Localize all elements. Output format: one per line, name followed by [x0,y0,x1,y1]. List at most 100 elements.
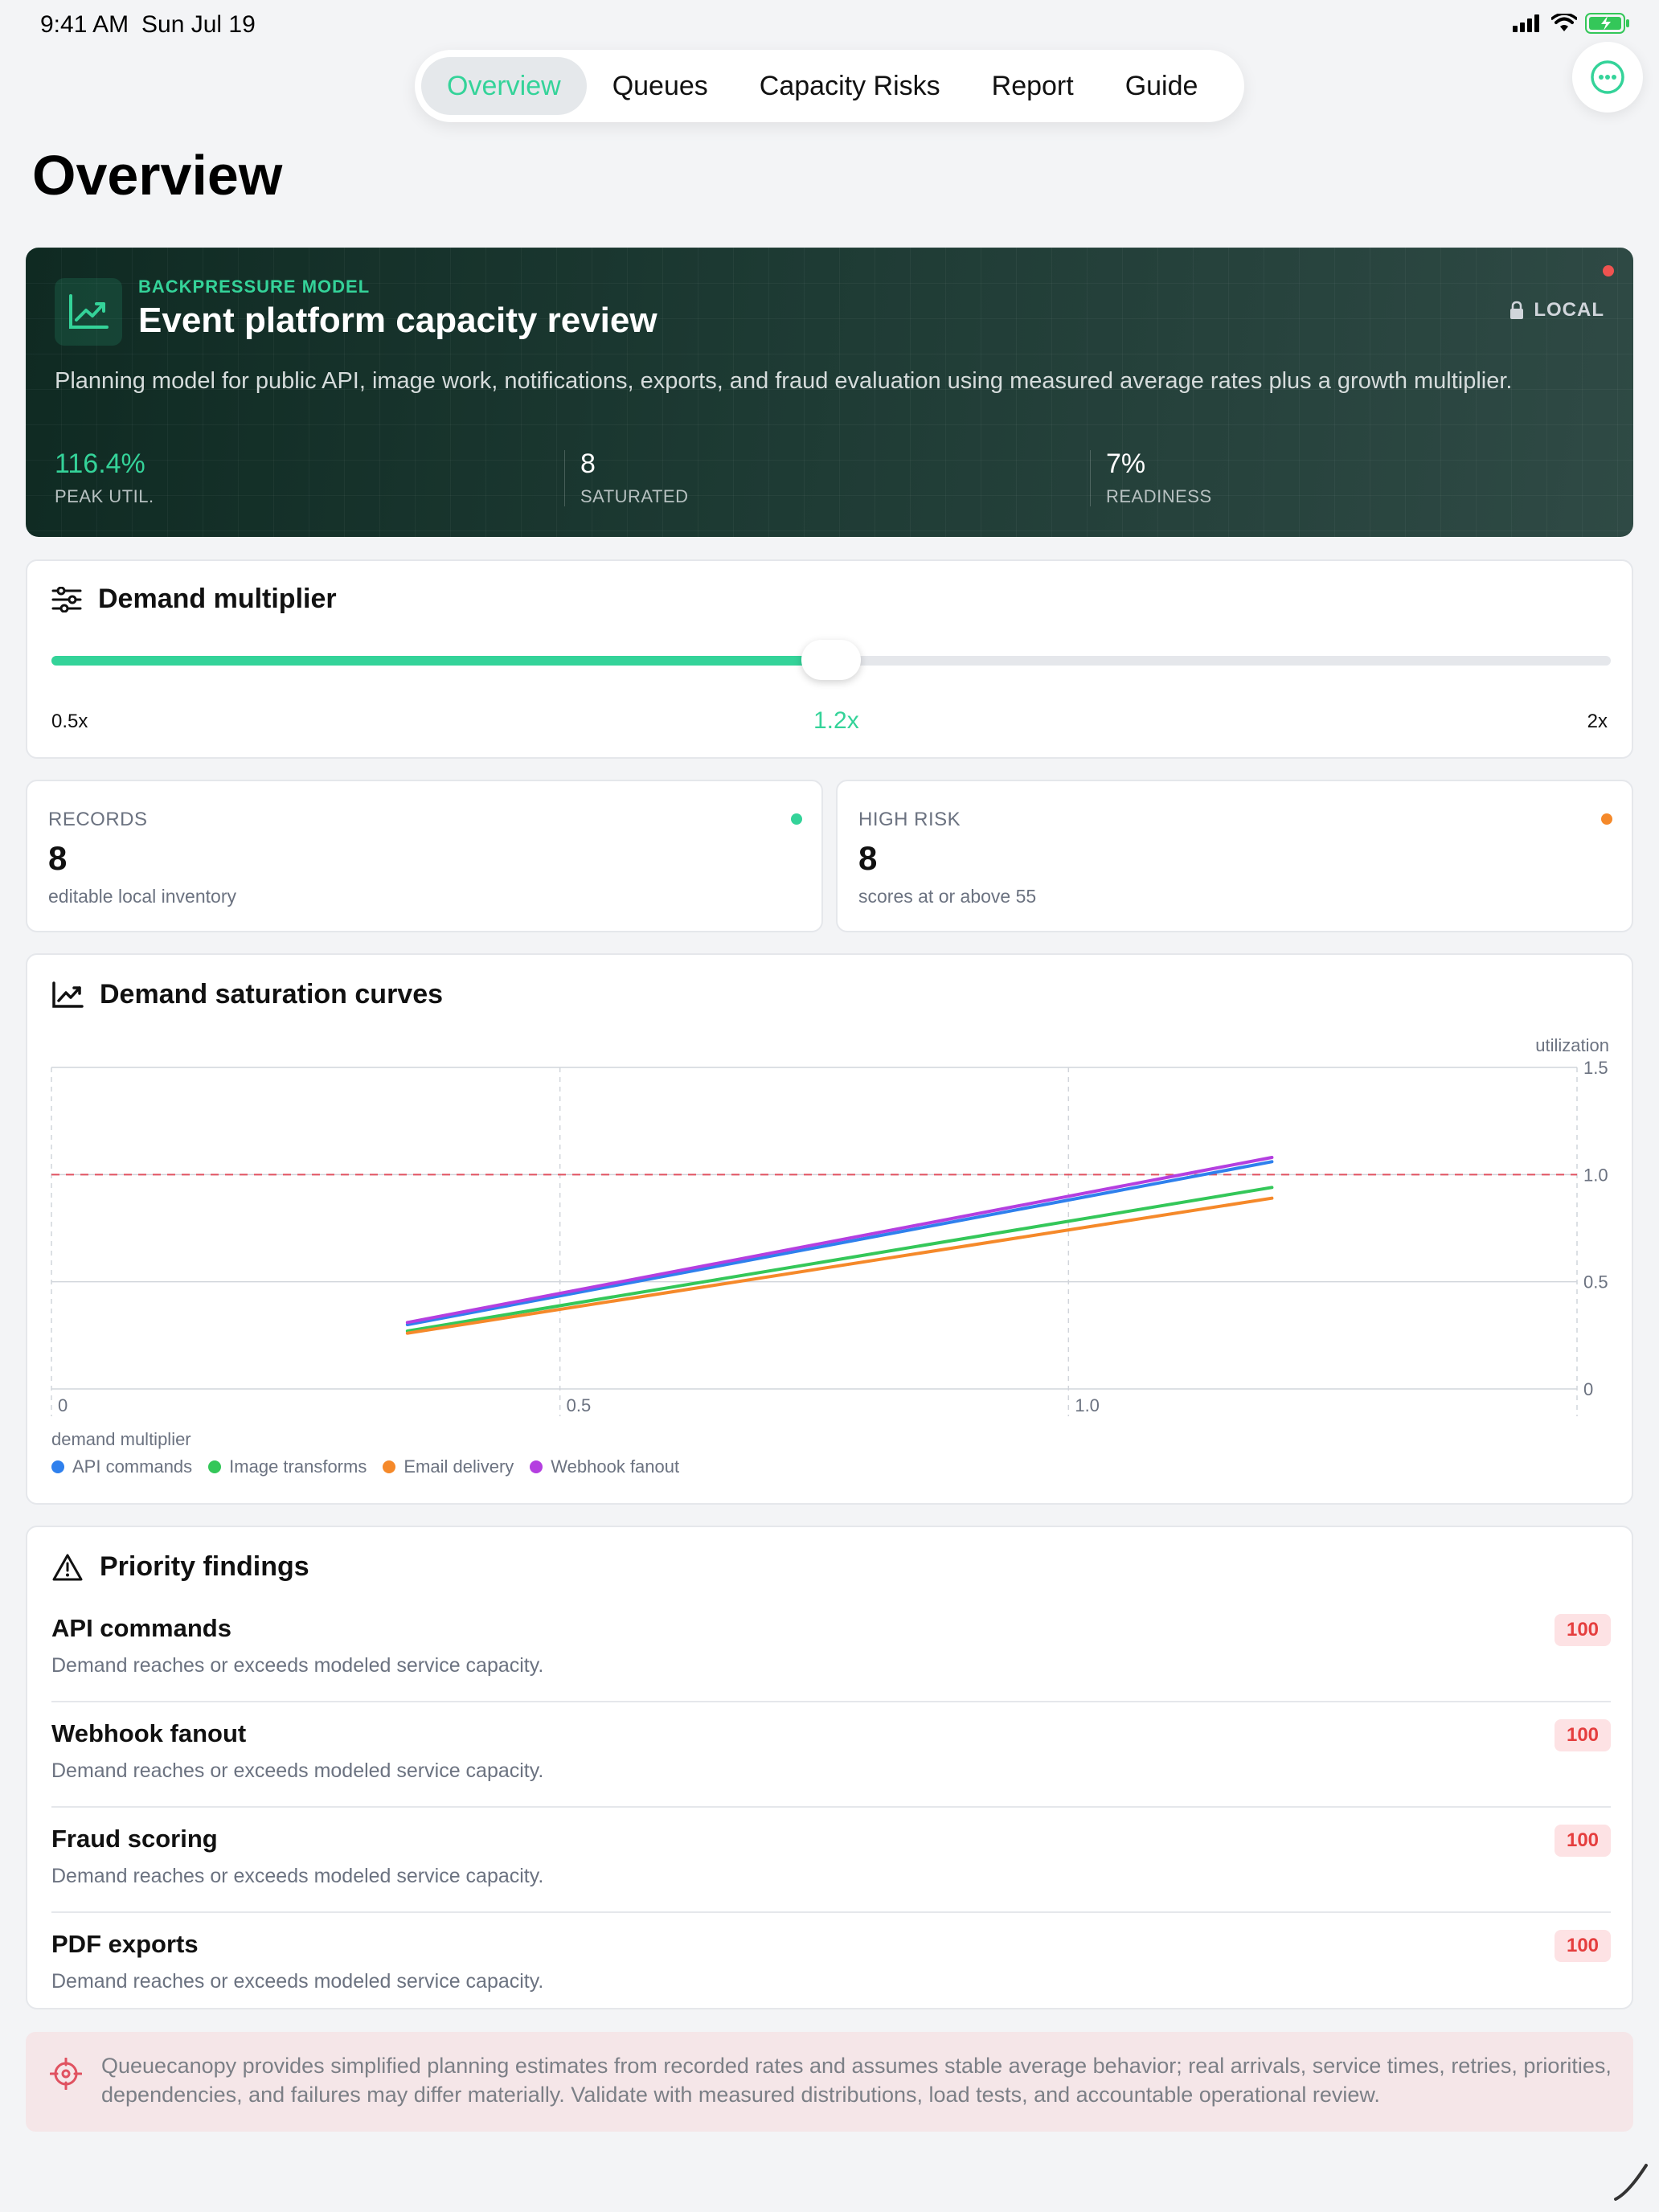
x-tick-label: 1.0 [1075,1395,1100,1415]
legend-label: API commands [72,1456,193,1477]
series-line [405,1186,1274,1333]
local-badge: LOCAL [1509,299,1604,322]
legend-swatch [530,1460,543,1473]
local-badge-label: LOCAL [1534,299,1604,321]
multiplier-slider-thumb[interactable] [801,640,861,680]
hero-title: Event platform capacity review [138,301,657,340]
stat-saturated: 8 SATURATED [580,449,688,507]
status-bar: 9:41 AM Sun Jul 19 [0,0,1659,51]
finding-description: Demand reaches or exceeds modeled servic… [51,1970,544,1993]
chart-legend: API commands Image transforms Email delive… [51,1456,679,1477]
metric-value: 8 [858,839,878,877]
metric-label: RECORDS [48,809,148,830]
status-date: Sun Jul 19 [141,11,256,38]
hero-kicker: BACKPRESSURE MODEL [138,276,371,297]
finding-score-badge: 100 [1555,1719,1611,1751]
stat-label: READINESS [1106,486,1212,506]
card-header: Demand multiplier [51,584,337,615]
legend-item: Webhook fanout [530,1456,679,1477]
tab-queues[interactable]: Queues [587,57,734,115]
slider-min-label: 0.5x [51,711,88,732]
x-tick-label: 0.5 [567,1395,592,1415]
demand-multiplier-card: Demand multiplier 0.5x 1.2x 2x [26,559,1633,759]
stat-value: 7% [1106,449,1146,479]
multiplier-slider-fill [51,656,831,666]
finding-item[interactable]: Fraud scoring Demand reaches or exceeds … [51,1809,1611,1913]
finding-title: Webhook fanout [51,1719,247,1747]
priority-findings-card: Priority findings API commands Demand re… [26,1526,1633,2009]
finding-item[interactable]: Webhook fanout Demand reaches or exceeds… [51,1703,1611,1808]
hero-description: Planning model for public API, image wor… [55,368,1513,394]
finding-item[interactable]: PDF exports Demand reaches or exceeds mo… [51,1914,1611,2002]
legend-label: Webhook fanout [551,1456,680,1477]
tab-overview[interactable]: Overview [421,57,587,115]
legend-swatch [383,1460,396,1473]
page-title: Overview [32,144,283,207]
more-button[interactable] [1572,42,1643,113]
metric-label: HIGH RISK [858,809,961,830]
stat-divider [1090,450,1091,506]
finding-description: Demand reaches or exceeds modeled servic… [51,1865,544,1887]
stat-readiness: 7% READINESS [1106,449,1212,507]
battery-icon [1585,13,1629,34]
scroll-indicator-icon [1614,2164,1648,2201]
saturation-chart-card: Demand saturation curves 1.5 1.0 0.5 0 0 0.5 1… [26,953,1633,1505]
tab-guide[interactable]: Guide [1100,57,1224,115]
tab-report[interactable]: Report [966,57,1100,115]
disclaimer-text: Queuecanopy provides simplified planning… [101,2054,1612,2107]
stat-label: SATURATED [580,486,689,506]
metric-note: editable local inventory [48,886,236,907]
disclaimer-banner: Queuecanopy provides simplified planning… [26,2032,1633,2132]
divider [51,1806,1611,1808]
stat-value: 8 [580,449,596,479]
top-tab-bar: Overview Queues Capacity Risks Report Gu… [415,50,1244,122]
metric-card-records: RECORDS 8 editable local inventory [26,780,823,932]
legend-item: API commands [51,1456,192,1477]
finding-title: API commands [51,1614,231,1642]
lock-icon [1510,301,1524,319]
finding-item[interactable]: API commands Demand reaches or exceeds m… [51,1598,1611,1702]
legend-item: Image transforms [208,1456,367,1477]
legend-item: Email delivery [383,1456,514,1477]
finding-score-badge: 100 [1555,1930,1611,1962]
finding-score-badge: 100 [1555,1614,1611,1646]
finding-description: Demand reaches or exceeds modeled servic… [51,1654,544,1677]
card-title: Priority findings [100,1551,309,1582]
metric-status-dot [1601,813,1612,825]
stat-divider [564,450,565,506]
finding-score-badge: 100 [1555,1825,1611,1857]
finding-title: Fraud scoring [51,1825,218,1853]
divider [51,1701,1611,1702]
finding-description: Demand reaches or exceeds modeled servic… [51,1759,544,1782]
warning-triangle-icon [52,1554,83,1580]
card-header: Priority findings [51,1551,309,1583]
series-line [405,1156,1274,1325]
legend-label: Image transforms [229,1456,367,1477]
stat-value: 116.4% [55,449,145,479]
wifi-icon [1551,14,1577,31]
hero-card: BACKPRESSURE MODEL Event platform capaci… [26,248,1633,537]
sliders-icon [51,586,82,612]
hero-icon-box [55,278,122,346]
status-dot [1603,265,1614,276]
status-icons [1513,13,1630,34]
stat-peak-util: 116.4% PEAK UTIL. [55,449,154,507]
card-title: Demand multiplier [98,584,337,614]
saturation-chart: 1.5 1.0 0.5 0 0 0.5 1.0 utilization demand multi… [51,1035,1609,1449]
slider-max-label: 2x [1587,711,1608,732]
y-tick-label: 1.5 [1583,1058,1608,1078]
tab-capacity-risks[interactable]: Capacity Risks [734,57,966,115]
y-axis-label: utilization [1535,1035,1609,1055]
series-line [405,1196,1274,1335]
x-axis-label: demand multiplier [51,1429,191,1449]
finding-title: PDF exports [51,1930,199,1958]
stat-label: PEAK UTIL. [55,486,154,506]
x-tick-label: 0 [58,1395,68,1415]
slider-value-label: 1.2x [813,707,859,734]
metric-status-dot [791,813,802,825]
divider [51,1911,1611,1913]
metric-value: 8 [48,839,68,877]
metric-card-high-risk: HIGH RISK 8 scores at or above 55 [836,780,1633,932]
metric-note: scores at or above 55 [858,886,1037,907]
y-tick-label: 1.0 [1583,1165,1608,1185]
